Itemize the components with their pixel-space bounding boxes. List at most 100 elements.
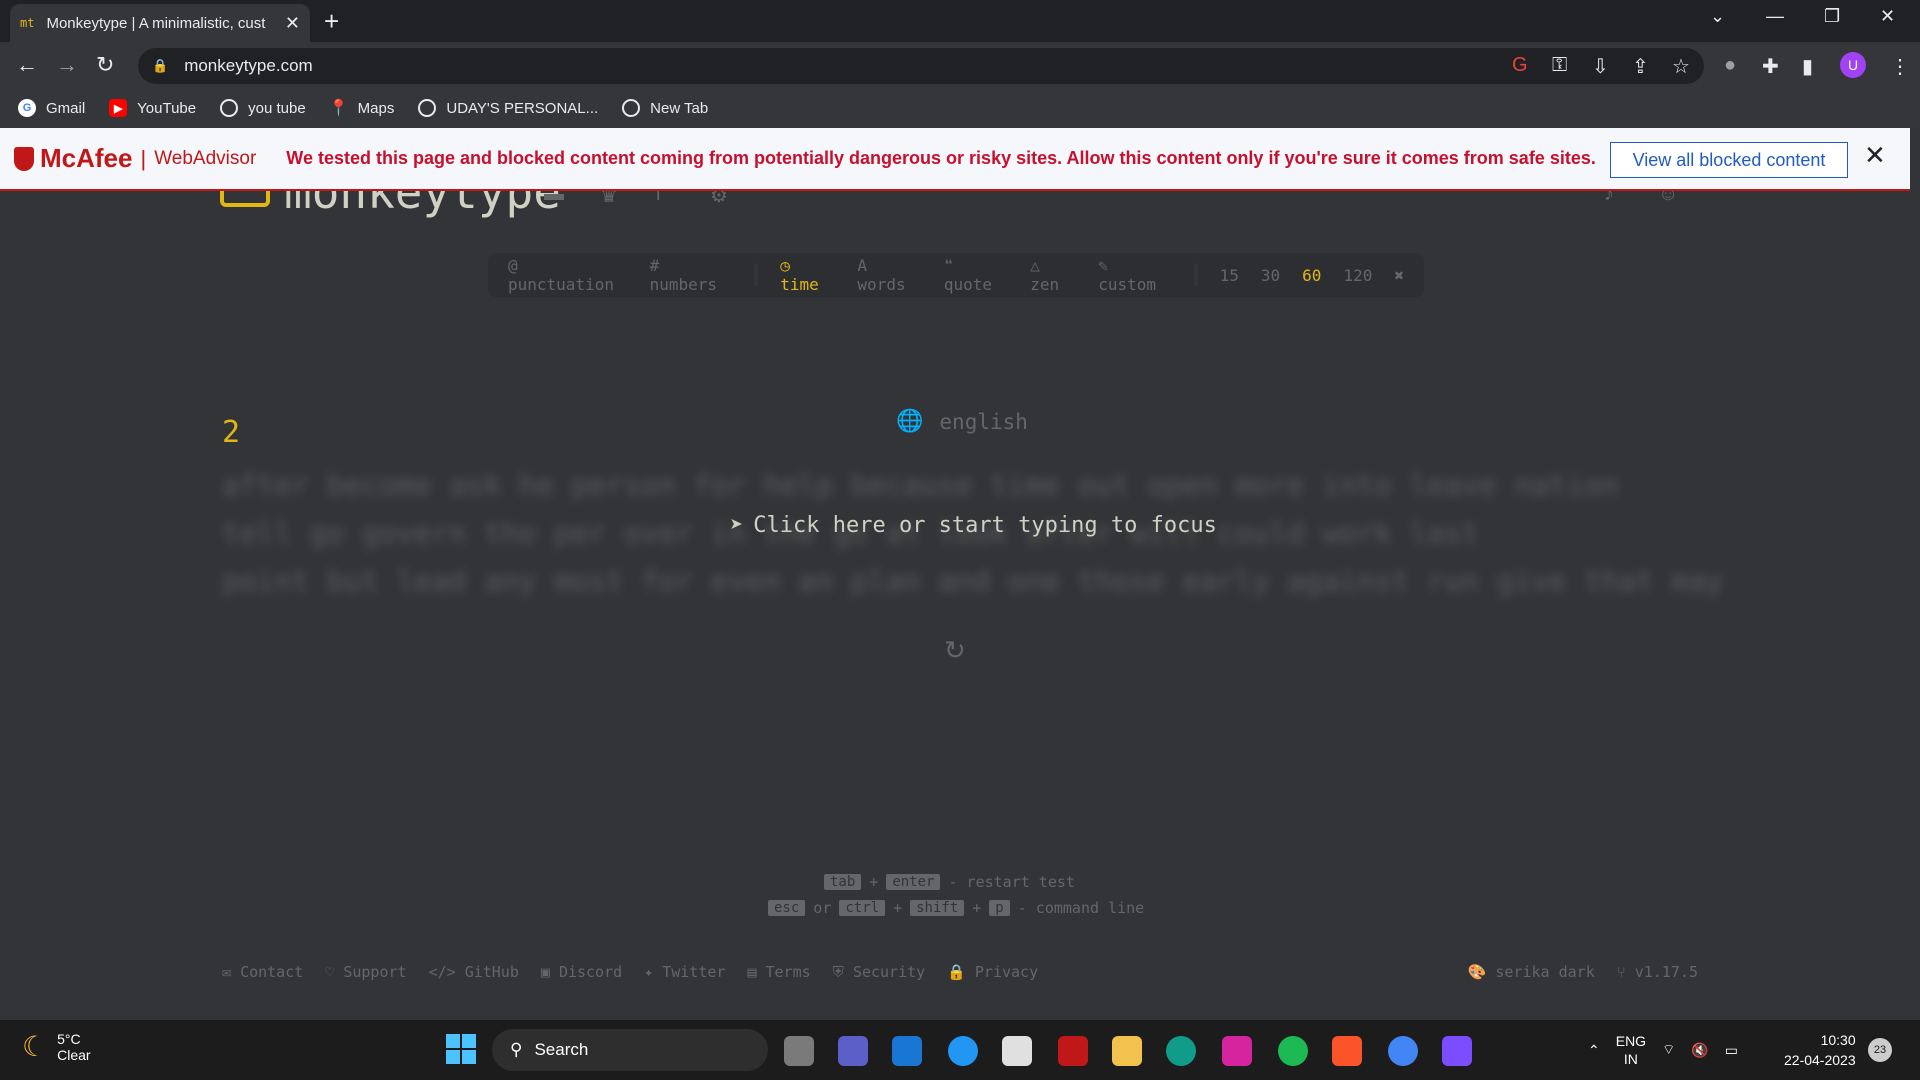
- bookmark-gmail[interactable]: G Gmail: [18, 99, 85, 117]
- menu-kebab-icon[interactable]: ⋮: [1890, 54, 1910, 79]
- footer-terms[interactable]: ▤ Terms: [747, 963, 810, 981]
- footer-github[interactable]: </> GitHub: [429, 963, 519, 981]
- footer-privacy[interactable]: 🔒 Privacy: [947, 963, 1038, 981]
- notification-badge[interactable]: 23: [1868, 1038, 1892, 1062]
- brave-icon[interactable]: [1332, 1036, 1362, 1066]
- spotify-icon[interactable]: [1278, 1036, 1308, 1066]
- mode-words[interactable]: A words: [857, 256, 921, 294]
- mode-custom[interactable]: ✎ custom: [1098, 256, 1172, 294]
- windows-start-icon[interactable]: [446, 1034, 476, 1064]
- keyboard-icon[interactable]: ▬: [544, 191, 564, 206]
- browser-tab[interactable]: mt Monkeytype | A minimalistic, cust ✕: [10, 4, 310, 42]
- bookmarks-bar: G Gmail ▶ YouTube you tube 📍 Maps UDAY'S PE…: [0, 88, 1920, 128]
- address-bar[interactable]: 🔒 monkeytype.com: [138, 48, 1704, 84]
- minimize-icon[interactable]: —: [1766, 6, 1784, 27]
- keyboard-logo-icon: [220, 191, 270, 207]
- teams-chat-icon[interactable]: [838, 1036, 868, 1066]
- task-view-icon[interactable]: [784, 1036, 814, 1066]
- duration-60[interactable]: 60: [1302, 266, 1321, 285]
- vpn-icon[interactable]: [1442, 1036, 1472, 1066]
- clock[interactable]: 10:30 22-04-2023: [1784, 1030, 1856, 1070]
- footer-contact[interactable]: ✉ Contact: [222, 963, 303, 981]
- volume-muted-icon[interactable]: 🔇: [1691, 1042, 1708, 1059]
- reload-icon[interactable]: ↻: [96, 52, 114, 78]
- restart-hint: tab + enter - restart test: [824, 873, 1075, 891]
- custom-duration-tools-icon[interactable]: ✖: [1394, 266, 1404, 285]
- file-explorer-icon[interactable]: [1112, 1036, 1142, 1066]
- banner-close-icon[interactable]: ✕: [1864, 140, 1886, 171]
- duration-30[interactable]: 30: [1261, 266, 1280, 285]
- lock-icon: 🔒: [152, 58, 169, 73]
- mcafee-logo: McAfee: [14, 143, 132, 174]
- profile-avatar[interactable]: U: [1840, 52, 1866, 78]
- leaderboard-crown-icon[interactable]: ♛: [600, 191, 618, 208]
- mode-time[interactable]: ◷ time: [780, 256, 835, 294]
- theme-selector[interactable]: 🎨 serika dark: [1468, 963, 1595, 981]
- side-panel-icon[interactable]: ▮: [1802, 54, 1813, 79]
- extensions-puzzle-icon[interactable]: ✚: [1762, 54, 1779, 79]
- settings-gear-icon[interactable]: ⚙: [710, 191, 728, 208]
- new-tab-icon[interactable]: +: [324, 6, 339, 37]
- view-blocked-content-button[interactable]: View all blocked content: [1610, 142, 1848, 178]
- google-lens-icon[interactable]: G: [1512, 54, 1528, 77]
- share-icon[interactable]: ⇪: [1632, 54, 1649, 79]
- bookmark-maps[interactable]: 📍 Maps: [329, 99, 395, 118]
- mode-zen[interactable]: △ zen: [1030, 256, 1076, 294]
- footer-security[interactable]: ⛨ Security: [833, 963, 926, 981]
- bookmark-personal[interactable]: UDAY'S PERSONAL...: [418, 99, 598, 117]
- language-indicator[interactable]: ENG IN: [1616, 1032, 1646, 1068]
- password-key-icon[interactable]: ⚿: [1552, 54, 1567, 77]
- duration-120[interactable]: 120: [1343, 266, 1372, 285]
- mcafee-shield-icon: [14, 146, 34, 171]
- wifi-icon[interactable]: ⌔: [1662, 1041, 1675, 1059]
- edge-icon[interactable]: [1166, 1036, 1196, 1066]
- bookmark-star-icon[interactable]: ☆: [1672, 54, 1690, 79]
- bookmark-new-tab[interactable]: New Tab: [622, 99, 708, 117]
- weather-widget[interactable]: ☾ 5°C Clear: [22, 1030, 91, 1063]
- tab-search-icon[interactable]: ⌄: [1710, 6, 1725, 27]
- battery-icon[interactable]: ▭: [1725, 1042, 1738, 1059]
- punctuation-toggle[interactable]: @ punctuation: [508, 256, 628, 294]
- numbers-toggle[interactable]: # numbers: [650, 256, 733, 294]
- duration-15[interactable]: 15: [1220, 266, 1239, 285]
- footer-discord[interactable]: ▣ Discord: [541, 963, 622, 981]
- command-line-hint: esc or ctrl + shift + p - command line: [768, 899, 1144, 917]
- timer-counter: 2: [222, 415, 241, 450]
- help-icon[interactable]: [948, 1036, 978, 1066]
- taskbar-search[interactable]: ⚲ Search: [492, 1029, 768, 1071]
- install-icon[interactable]: ⇩: [1592, 54, 1609, 79]
- monkeytype-page: monkeytype ▬ ♛ i ⚙ ♪ ☺ @ punctuation # n…: [0, 191, 1920, 1020]
- extension-icon[interactable]: ●: [1724, 54, 1736, 77]
- mode-quote[interactable]: ❝ quote: [944, 256, 1008, 294]
- myhp-icon[interactable]: [892, 1036, 922, 1066]
- tab-title: Monkeytype | A minimalistic, cust: [46, 14, 266, 32]
- instagram-icon[interactable]: [1222, 1036, 1252, 1066]
- microsoft-store-icon[interactable]: [1002, 1036, 1032, 1066]
- system-tray: ⌃ ENG IN ⌔ 🔇 ▭: [1588, 1032, 1738, 1068]
- bookmark-you-tube[interactable]: you tube: [220, 99, 306, 117]
- mcafee-taskbar-icon[interactable]: [1058, 1036, 1088, 1066]
- chrome-icon[interactable]: [1388, 1036, 1418, 1066]
- about-info-icon[interactable]: i: [656, 191, 660, 206]
- chevron-up-icon[interactable]: ⌃: [1588, 1042, 1600, 1059]
- google-icon: G: [18, 99, 36, 117]
- notifications-bell-icon[interactable]: ♪: [1604, 191, 1614, 206]
- restore-icon[interactable]: ❐: [1824, 6, 1840, 27]
- footer: ✉ Contact ♡ Support </> GitHub ▣ Discord…: [222, 963, 1698, 981]
- words-line: point but lead any most for even an plan…: [222, 564, 1724, 598]
- forward-icon[interactable]: →: [56, 52, 78, 78]
- footer-twitter[interactable]: ✦ Twitter: [644, 963, 725, 981]
- mouse-pointer-icon: ➤: [730, 513, 744, 538]
- restart-test-icon[interactable]: ↻: [944, 635, 966, 666]
- account-user-icon[interactable]: ☺: [1658, 191, 1678, 206]
- back-icon[interactable]: ←: [16, 52, 38, 78]
- footer-support[interactable]: ♡ Support: [325, 963, 406, 981]
- bookmark-youtube[interactable]: ▶ YouTube: [109, 99, 196, 117]
- close-window-icon[interactable]: ✕: [1880, 6, 1895, 27]
- url-text: monkeytype.com: [184, 56, 313, 75]
- version-link[interactable]: ⑂ v1.17.5: [1617, 963, 1698, 981]
- language-selector[interactable]: 🌐 english: [896, 409, 1028, 434]
- monkeytype-logo[interactable]: monkeytype: [220, 191, 561, 219]
- tab-close-icon[interactable]: ✕: [285, 13, 300, 34]
- focus-prompt[interactable]: ➤ Click here or start typing to focus: [730, 513, 1217, 538]
